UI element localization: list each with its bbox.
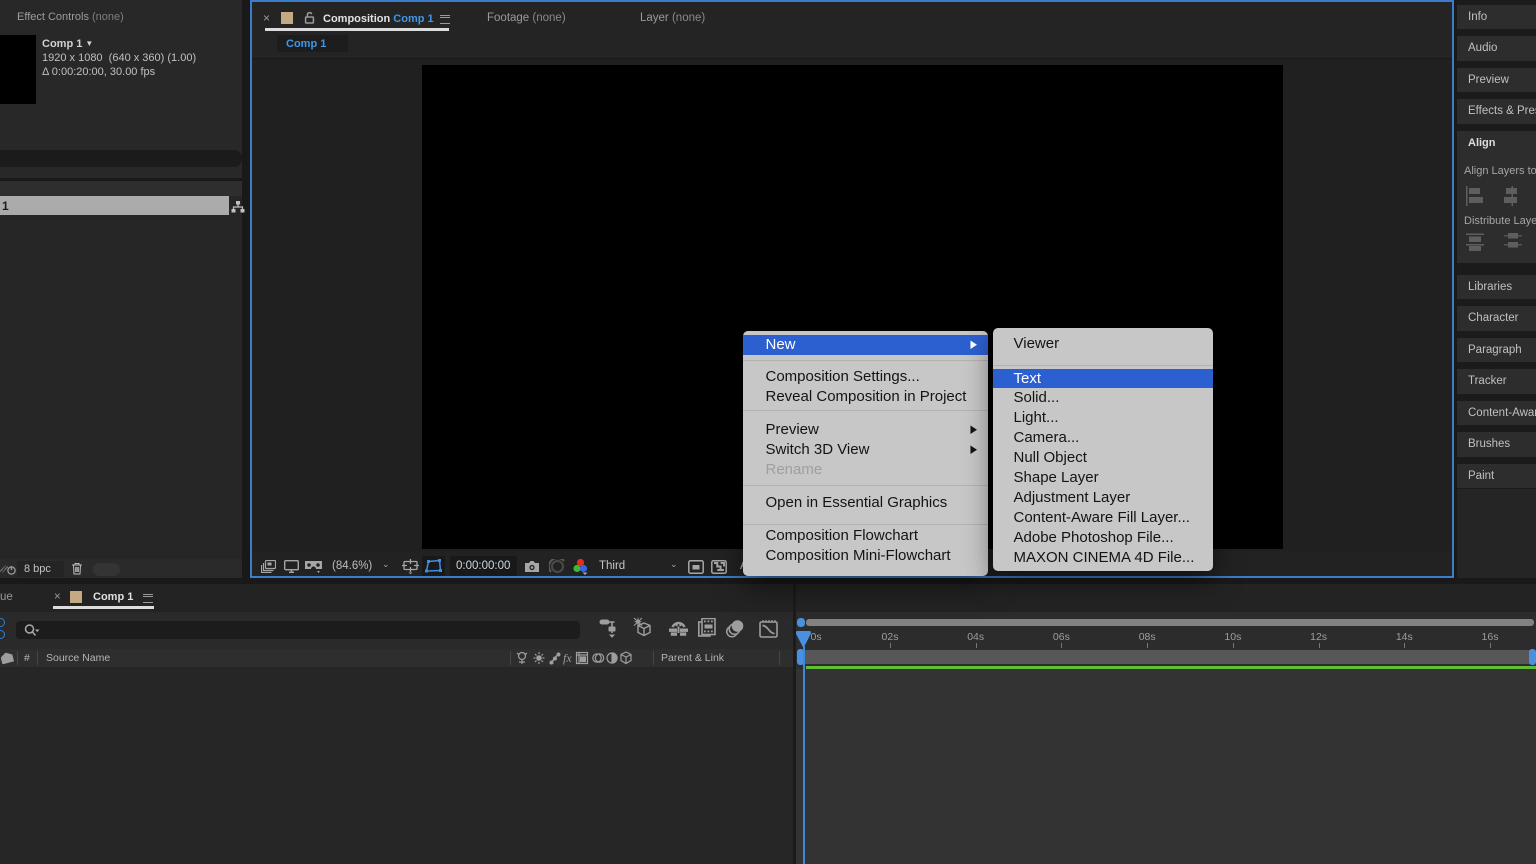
svg-text:fx: fx bbox=[563, 651, 572, 665]
